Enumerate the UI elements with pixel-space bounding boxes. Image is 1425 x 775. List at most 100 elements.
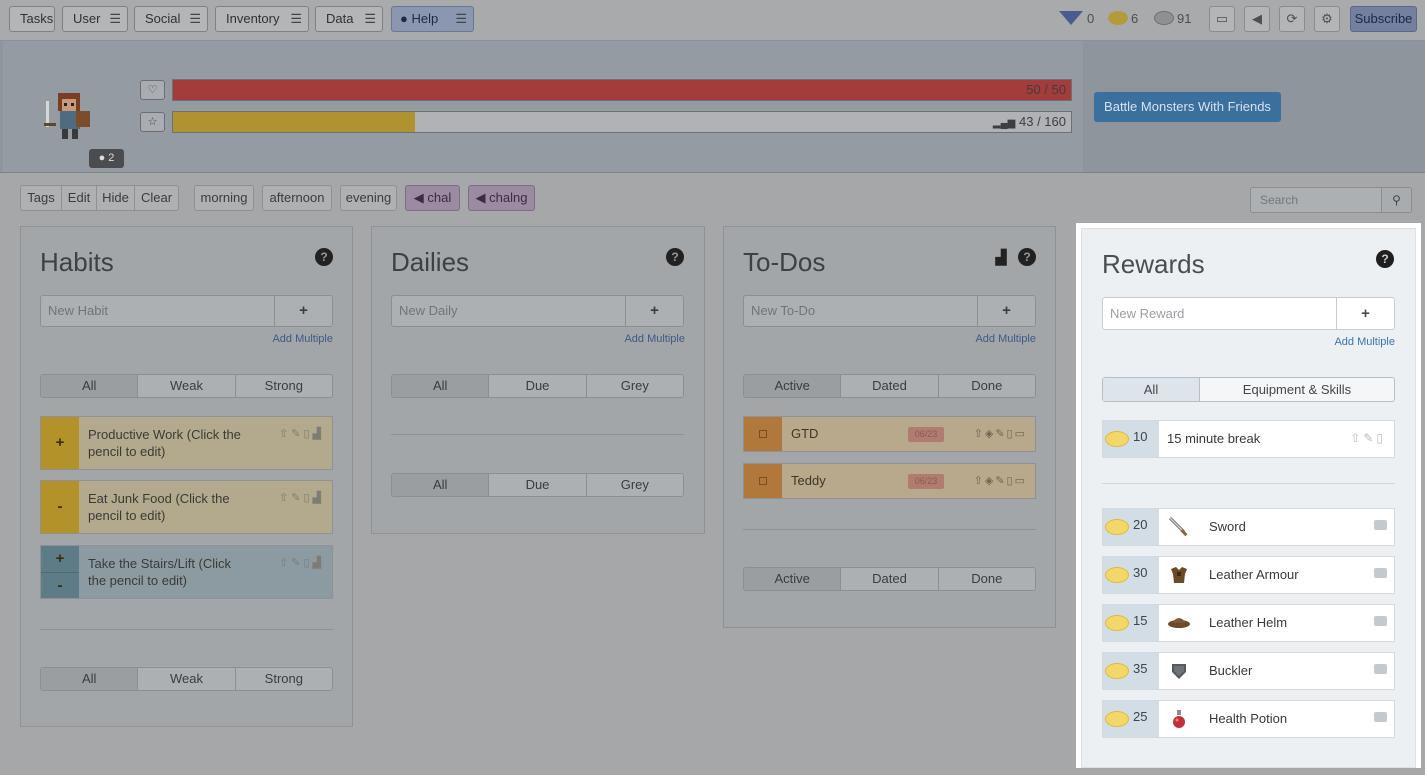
tag-morning[interactable]: morning [194,185,254,211]
reward-price[interactable]: 15 [1103,605,1159,641]
reward-item[interactable]: 10 15 minute break ⇧✎▯ [1102,420,1395,458]
filter-due[interactable]: Due [488,474,585,496]
todo-actions[interactable]: ⇧◈✎▯▭ [974,474,1027,487]
notes-icon[interactable] [1374,616,1387,626]
sync-button[interactable]: ⟳ [1279,6,1305,32]
filter-due[interactable]: Due [488,375,585,397]
filter-dated[interactable]: Dated [840,375,937,397]
reward-price[interactable]: 10 [1103,421,1159,457]
add-multiple-link[interactable]: Add Multiple [624,333,685,345]
filter-all[interactable]: All [1103,378,1200,401]
add-todo-button[interactable]: + [977,295,1036,327]
new-daily-input[interactable]: New Daily [391,295,626,327]
todo-item[interactable]: Teddy 06/23 ⇧◈✎▯▭ [743,463,1036,499]
habit-item[interactable]: + Productive Work (Click the pencil to e… [40,416,333,470]
nav-inventory[interactable]: Inventory ☰ [215,6,309,32]
habit-actions[interactable]: ⇧✎▯▟ [279,427,324,440]
habit-actions[interactable]: ⇧✎▯▟ [279,491,324,504]
notes-icon[interactable] [1374,520,1387,530]
todo-checkbox[interactable] [744,417,782,451]
nav-help[interactable]: ● Help ☰ [391,6,474,32]
signal-bars-icon[interactable]: ▟ [992,248,1010,266]
equipment-item[interactable]: 30 Leather Armour [1102,556,1395,594]
search-input[interactable]: Search [1250,187,1382,213]
nav-social[interactable]: Social ☰ [134,6,208,32]
new-reward-input[interactable]: New Reward [1102,297,1337,330]
habit-item[interactable]: + - Take the Stairs/Lift (Click the penc… [40,545,333,599]
reward-price[interactable]: 35 [1103,653,1159,689]
help-icon[interactable]: ? [1018,248,1036,266]
notes-icon[interactable] [1374,568,1387,578]
habit-plus-button[interactable]: + [41,546,79,572]
signal-bars-icon: ▂▄▆ [992,118,1016,129]
mute-button[interactable]: ◀ [1244,6,1270,32]
filter-all[interactable]: All [41,375,138,397]
nav-data[interactable]: Data ☰ [315,6,383,32]
equipment-item[interactable]: 25 Health Potion [1102,700,1395,738]
filter-weak[interactable]: Weak [137,375,234,397]
tag-chalng[interactable]: ◀ chalng [468,185,535,211]
todo-checkbox[interactable] [744,464,782,498]
hide-tags-button[interactable]: Hide [96,185,135,211]
filter-equipment-skills[interactable]: Equipment & Skills [1200,378,1394,401]
filter-dated[interactable]: Dated [840,568,937,590]
notes-icon[interactable] [1374,664,1387,674]
habit-minus-button[interactable]: - [41,481,79,533]
add-multiple-link[interactable]: Add Multiple [975,333,1036,345]
filter-all[interactable]: All [392,474,489,496]
edit-tags-button[interactable]: Edit [61,185,97,211]
equipment-item[interactable]: 35 Buckler [1102,652,1395,690]
filter-all[interactable]: All [41,668,138,690]
nav-user[interactable]: User ☰ [62,6,128,32]
habit-minus-button[interactable]: - [41,572,79,598]
add-multiple-link[interactable]: Add Multiple [1334,336,1395,348]
add-reward-button[interactable]: + [1336,297,1395,330]
filter-weak[interactable]: Weak [137,668,234,690]
filter-done[interactable]: Done [937,375,1035,397]
help-icon[interactable]: ? [666,248,684,266]
tag-afternoon[interactable]: afternoon [262,185,332,211]
subscribe-button[interactable]: Subscribe [1350,6,1417,32]
equipment-item[interactable]: 20 Sword [1102,508,1395,546]
settings-button[interactable]: ⚙ [1314,6,1340,32]
filter-active[interactable]: Active [744,568,841,590]
tags-button[interactable]: Tags [20,185,62,211]
add-daily-button[interactable]: + [625,295,684,327]
filter-done[interactable]: Done [937,568,1035,590]
reward-price[interactable]: 20 [1103,509,1159,545]
habit-actions[interactable]: ⇧✎▯▟ [279,556,324,569]
new-habit-input[interactable]: New Habit [40,295,275,327]
add-habit-button[interactable]: + [274,295,333,327]
filter-grey[interactable]: Grey [585,474,683,496]
equipment-item[interactable]: 15 Leather Helm [1102,604,1395,642]
filter-grey[interactable]: Grey [585,375,683,397]
filter-all[interactable]: All [392,375,489,397]
habit-plus-button[interactable]: + [41,417,79,469]
notes-icon[interactable] [1374,712,1387,722]
todo-actions[interactable]: ⇧◈✎▯▭ [974,427,1027,440]
divider [1102,483,1395,484]
reward-price[interactable]: 30 [1103,557,1159,593]
todo-item[interactable]: GTD 06/23 ⇧◈✎▯▭ [743,416,1036,452]
filter-active[interactable]: Active [744,375,841,397]
battle-monsters-button[interactable]: Battle Monsters With Friends [1094,92,1281,122]
tag-chal[interactable]: ◀ chal [405,185,460,211]
reward-actions[interactable]: ⇧✎▯ [1350,431,1386,445]
habit-item[interactable]: - Eat Junk Food (Click the pencil to edi… [40,480,333,534]
new-todo-input[interactable]: New To-Do [743,295,978,327]
gear-icon: ⚙ [1321,11,1333,26]
avatar[interactable] [40,85,100,145]
filter-strong[interactable]: Strong [234,375,332,397]
reward-price[interactable]: 25 [1103,701,1159,737]
divider [743,529,1036,530]
tag-evening[interactable]: evening [340,185,397,211]
chat-button[interactable]: ▭ [1209,6,1235,32]
filter-strong[interactable]: Strong [234,668,332,690]
search-button[interactable]: ⚲ [1381,187,1412,213]
nav-tasks[interactable]: Tasks [9,6,55,32]
help-icon[interactable]: ? [1376,250,1394,268]
divider [40,629,333,630]
add-multiple-link[interactable]: Add Multiple [272,333,333,345]
clear-tags-button[interactable]: Clear [134,185,179,211]
help-icon[interactable]: ? [315,248,333,266]
